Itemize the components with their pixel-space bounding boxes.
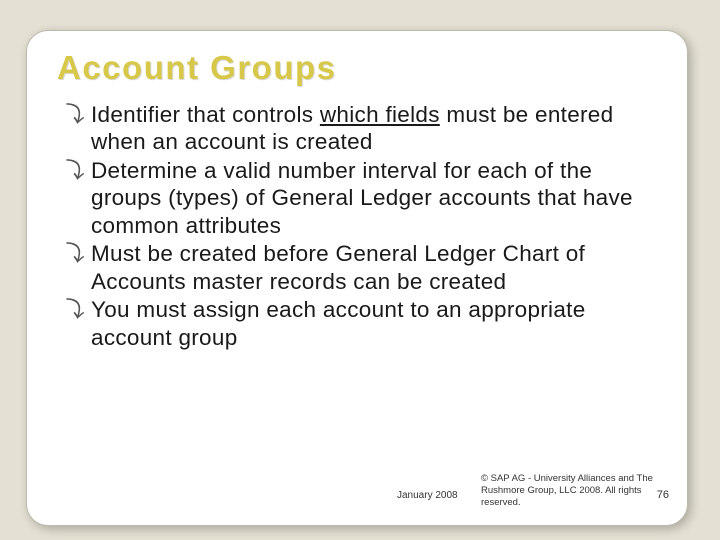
list-item: ⤵ Identifier that controls which fields … (61, 101, 659, 156)
bullet-icon: ⤵ (61, 240, 87, 267)
bullet-text-underline: which fields (320, 102, 440, 127)
bullet-text-pre: Identifier that controls (91, 102, 320, 127)
footer: January 2008 © SAP AG - University Allia… (27, 465, 687, 511)
bullet-text-pre: Must be created before General Ledger Ch… (91, 241, 585, 293)
list-item: ⤵ You must assign each account to an app… (61, 296, 659, 351)
footer-date: January 2008 (397, 490, 458, 501)
page-number: 76 (657, 489, 669, 501)
bullet-text-pre: You must assign each account to an appro… (91, 297, 586, 349)
slide: Account Groups ⤵ Identifier that control… (0, 0, 720, 540)
list-item: ⤵ Must be created before General Ledger … (61, 240, 659, 295)
bullet-icon: ⤵ (61, 296, 87, 323)
list-item: ⤵ Determine a valid number interval for … (61, 157, 659, 239)
content-card: Account Groups ⤵ Identifier that control… (26, 30, 688, 526)
footer-copyright: © SAP AG - University Alliances and The … (481, 473, 671, 509)
bullet-text-pre: Determine a valid number interval for ea… (91, 158, 633, 238)
slide-title: Account Groups (57, 49, 659, 87)
bullet-list: ⤵ Identifier that controls which fields … (55, 101, 659, 351)
bullet-icon: ⤵ (61, 101, 87, 128)
bullet-icon: ⤵ (61, 157, 87, 184)
